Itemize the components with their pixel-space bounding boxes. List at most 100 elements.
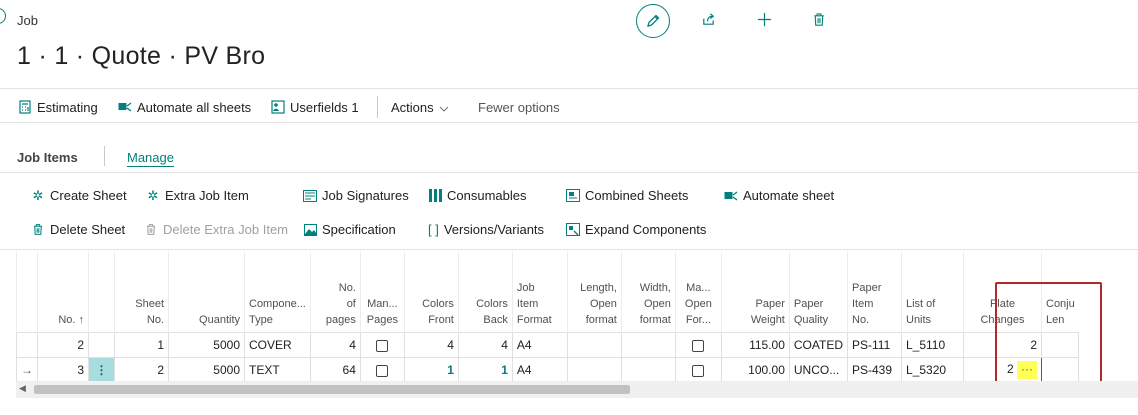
combined-sheets-button[interactable]: Combined Sheets — [566, 188, 688, 203]
col-paper-item-no[interactable]: Paper Item No. — [847, 252, 902, 333]
cell-no-of-pages[interactable]: 4 — [309, 332, 361, 358]
table-row-selected[interactable]: → 3 ⋮ 2 5000 TEXT 64 1 1 A4 100.00 UNCO.… — [16, 357, 1080, 383]
scroll-left-icon[interactable]: ◀ — [19, 383, 26, 394]
table-row[interactable]: 2 1 5000 COVER 4 4 4 A4 115.00 COATED PS… — [16, 332, 1080, 358]
versions-label: Versions/Variants — [443, 222, 545, 237]
col-quantity[interactable]: Quantity — [168, 252, 245, 333]
actions-menu[interactable]: Actions — [391, 100, 449, 115]
fewer-options-label: Fewer options — [478, 99, 560, 115]
trash-icon — [814, 12, 824, 26]
job-signatures-label: Job Signatures — [322, 188, 409, 203]
cell-manual-pages[interactable] — [359, 332, 405, 358]
trash-icon — [31, 223, 45, 237]
cell-manual-open[interactable] — [674, 332, 722, 358]
divider — [0, 172, 1138, 173]
checkbox[interactable] — [692, 364, 705, 377]
checkbox[interactable] — [376, 339, 389, 352]
estimating-label: Estimating — [37, 99, 98, 115]
checkbox[interactable] — [692, 339, 705, 352]
expand-components-icon — [566, 223, 580, 237]
part-separator — [104, 146, 105, 166]
col-job-item-format[interactable]: Job Item Format — [511, 252, 568, 333]
col-colors-back[interactable]: Colors Back — [457, 252, 513, 333]
scrollbar-thumb[interactable] — [34, 385, 630, 394]
cell-paper-item[interactable]: PS-439 — [847, 357, 902, 383]
job-signatures-button[interactable]: Job Signatures — [303, 188, 409, 203]
cell-paper-weight[interactable]: 115.00 — [720, 332, 790, 358]
versions-variants-button[interactable]: [ ] Versions/Variants — [428, 222, 544, 237]
expand-components-button[interactable]: Expand Components — [566, 222, 706, 237]
cell-manual-pages[interactable] — [359, 357, 405, 383]
col-manual-pages[interactable]: Man... Pages — [359, 252, 405, 333]
new-button[interactable] — [755, 10, 773, 28]
cell-colors-back[interactable]: 4 — [457, 332, 513, 358]
specification-button[interactable]: Specification — [303, 222, 396, 237]
cell-sheet-no[interactable]: 2 — [114, 357, 169, 383]
cell-quantity[interactable]: 5000 — [168, 357, 245, 383]
estimating-action[interactable]: Estimating — [18, 100, 98, 115]
share-button[interactable] — [699, 10, 717, 28]
delete-button[interactable] — [810, 10, 828, 28]
combined-sheets-label: Combined Sheets — [585, 188, 689, 203]
cell-component-type[interactable]: TEXT — [244, 357, 311, 383]
chevron-down-icon — [439, 100, 449, 115]
cell-colors-back[interactable]: 1 — [457, 357, 513, 383]
col-list-of-units[interactable]: List of Units — [901, 252, 964, 333]
delete-sheet-button[interactable]: Delete Sheet — [31, 222, 125, 237]
row-marker-icon: → — [16, 357, 38, 383]
col-colors-front[interactable]: Colors Front — [403, 252, 459, 333]
actions-label: Actions — [391, 99, 434, 115]
row-marker-cell — [16, 332, 38, 358]
cell-width-open[interactable] — [620, 332, 676, 358]
cell-no[interactable]: 2 — [37, 332, 89, 358]
fewer-options-button[interactable]: Fewer options — [478, 100, 560, 115]
cell-no-of-pages[interactable]: 64 — [309, 357, 361, 383]
cell-width-open[interactable] — [620, 357, 676, 383]
divider — [0, 122, 1138, 123]
col-no-of-pages[interactable]: No. of pages — [309, 252, 361, 333]
cell-no[interactable]: 3 — [37, 357, 89, 383]
extra-job-item-button[interactable]: ✲ Extra Job Item — [146, 188, 249, 204]
automate-all-label: Automate all sheets — [137, 99, 252, 115]
col-paper-weight[interactable]: Paper Weight — [720, 252, 790, 333]
cell-length-open[interactable] — [566, 332, 622, 358]
create-sheet-label: Create Sheet — [50, 188, 127, 203]
userfields-action[interactable]: Userfields 1 — [271, 100, 359, 115]
col-width-open[interactable]: Width, Open format — [620, 252, 676, 333]
delete-sheet-label: Delete Sheet — [50, 222, 126, 237]
consumables-button[interactable]: Consumables — [428, 188, 527, 203]
cell-paper-weight[interactable]: 100.00 — [720, 357, 790, 383]
cell-sheet-no[interactable]: 1 — [114, 332, 169, 358]
cell-length-open[interactable] — [566, 357, 622, 383]
edit-button[interactable] — [636, 4, 670, 38]
automate-icon — [118, 100, 132, 114]
col-sheet-no[interactable]: Sheet No. — [114, 252, 169, 333]
row-menu-cell[interactable] — [88, 332, 115, 358]
cell-colors-front[interactable]: 1 — [403, 357, 459, 383]
part-title: Job Items — [17, 150, 78, 165]
manage-tab[interactable]: Manage — [127, 150, 174, 167]
cell-component-type[interactable]: COVER — [244, 332, 311, 358]
create-sheet-button[interactable]: ✲ Create Sheet — [31, 188, 127, 204]
checkbox[interactable] — [376, 364, 389, 377]
cell-list-of-units[interactable]: L_5110 — [901, 332, 964, 358]
cell-paper-quality[interactable]: UNCO... — [788, 357, 849, 383]
cell-format[interactable]: A4 — [511, 357, 568, 383]
cell-manual-open[interactable] — [674, 357, 722, 383]
automate-all-action[interactable]: Automate all sheets — [118, 100, 251, 115]
col-length-open[interactable]: Length, Open format — [566, 252, 622, 333]
action-separator — [377, 96, 378, 118]
cell-format[interactable]: A4 — [511, 332, 568, 358]
cell-paper-quality[interactable]: COATED — [788, 332, 849, 358]
col-manual-open-format[interactable]: Ma... Open For... — [674, 252, 722, 333]
col-no[interactable]: No. ↑ — [37, 252, 89, 333]
cell-quantity[interactable]: 5000 — [168, 332, 245, 358]
cell-colors-front[interactable]: 4 — [403, 332, 459, 358]
col-component-type[interactable]: Compone... Type — [244, 252, 311, 333]
cell-paper-item[interactable]: PS-111 — [847, 332, 902, 358]
col-paper-quality[interactable]: Paper Quality — [788, 252, 848, 333]
delete-extra-job-item-button[interactable]: Delete Extra Job Item — [144, 222, 288, 237]
row-menu-icon[interactable]: ⋮ — [88, 357, 115, 383]
automate-sheet-button[interactable]: Automate sheet — [724, 188, 834, 203]
cell-list-of-units[interactable]: L_5320 — [901, 357, 964, 383]
